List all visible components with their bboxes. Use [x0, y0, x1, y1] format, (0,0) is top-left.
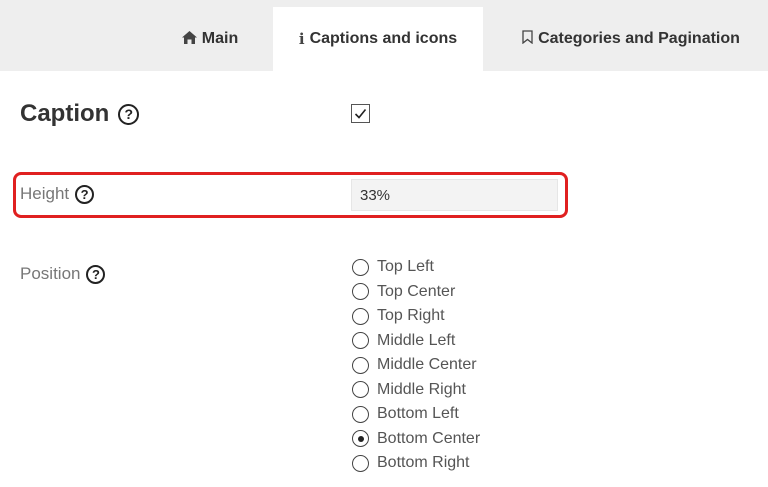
radio-label: Bottom Right	[377, 454, 470, 472]
radio-button[interactable]	[352, 258, 369, 276]
caption-checkbox[interactable]	[351, 104, 370, 123]
height-input[interactable]	[351, 179, 558, 211]
position-help-icon[interactable]: ?	[86, 264, 106, 284]
radio-option[interactable]: Middle Center	[352, 353, 480, 378]
radio-label: Middle Right	[377, 380, 466, 398]
caption-heading: Caption ?	[20, 100, 140, 128]
radio-label: Top Center	[377, 282, 456, 300]
position-row-label: Position ?	[20, 264, 106, 284]
radio-label: Middle Center	[377, 356, 477, 374]
radio-label: Bottom Left	[377, 405, 459, 423]
radio-label: Middle Left	[377, 331, 456, 349]
tab-captions-label: Captions and icons	[309, 30, 458, 47]
checkmark-icon	[354, 108, 367, 119]
radio-button[interactable]	[352, 332, 369, 350]
caption-label: Caption	[20, 100, 110, 127]
tab-categories-and-pagination[interactable]: Categories and Pagination	[500, 7, 762, 71]
home-icon	[181, 30, 197, 48]
position-radio-group: Top Left Top Center Top Right Middle Lef…	[352, 255, 480, 476]
radio-option[interactable]: Bottom Left	[352, 402, 480, 427]
caption-help-icon[interactable]: ?	[118, 103, 140, 125]
radio-option[interactable]: Top Center	[352, 280, 480, 305]
radio-button[interactable]	[352, 356, 369, 374]
height-help-icon[interactable]: ?	[75, 184, 95, 204]
radio-option[interactable]: Middle Left	[352, 329, 480, 354]
position-label: Position	[20, 264, 81, 283]
tab-main[interactable]: Main	[160, 7, 260, 71]
radio-option[interactable]: Top Right	[352, 304, 480, 329]
bookmark-icon	[522, 30, 533, 48]
tab-categories-label: Categories and Pagination	[538, 30, 740, 47]
radio-button[interactable]	[352, 405, 369, 423]
info-icon: i	[298, 30, 305, 48]
height-row-label: Height ?	[20, 184, 95, 204]
radio-label: Top Left	[377, 258, 434, 276]
radio-option[interactable]: Top Left	[352, 255, 480, 280]
radio-label: Top Right	[377, 307, 445, 325]
radio-button[interactable]	[352, 381, 369, 399]
radio-option[interactable]: Bottom Center	[352, 427, 480, 452]
radio-button[interactable]	[352, 430, 369, 448]
radio-button[interactable]	[352, 283, 369, 301]
height-label: Height	[20, 184, 70, 203]
tab-captions-and-icons[interactable]: i Captions and icons	[273, 7, 483, 71]
radio-option[interactable]: Middle Right	[352, 378, 480, 403]
tab-bar: Main i Captions and icons Categories and…	[0, 0, 768, 71]
radio-label: Bottom Center	[377, 429, 481, 447]
tab-main-label: Main	[201, 30, 239, 47]
radio-button[interactable]	[352, 454, 369, 472]
radio-button[interactable]	[352, 307, 369, 325]
radio-option[interactable]: Bottom Right	[352, 451, 480, 476]
